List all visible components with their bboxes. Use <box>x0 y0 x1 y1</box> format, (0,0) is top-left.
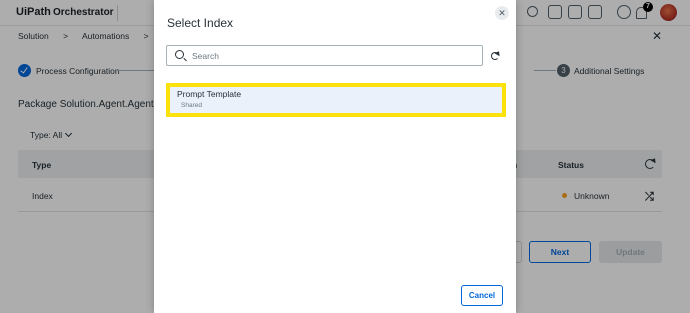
list-item-subtitle: Shared <box>181 102 202 109</box>
search-box[interactable] <box>166 45 483 66</box>
close-icon[interactable]: ✕ <box>495 6 509 20</box>
search-icon <box>175 50 184 59</box>
list-item-title: Prompt Template <box>177 89 242 99</box>
dialog-title: Select Index <box>167 16 234 30</box>
refresh-icon[interactable] <box>491 52 499 60</box>
list-item[interactable]: Prompt Template Shared <box>166 83 506 117</box>
select-index-dialog: Select Index ✕ Prompt Template Shared Ca… <box>154 0 516 313</box>
cancel-button[interactable]: Cancel <box>461 285 503 306</box>
search-input[interactable] <box>192 48 477 63</box>
